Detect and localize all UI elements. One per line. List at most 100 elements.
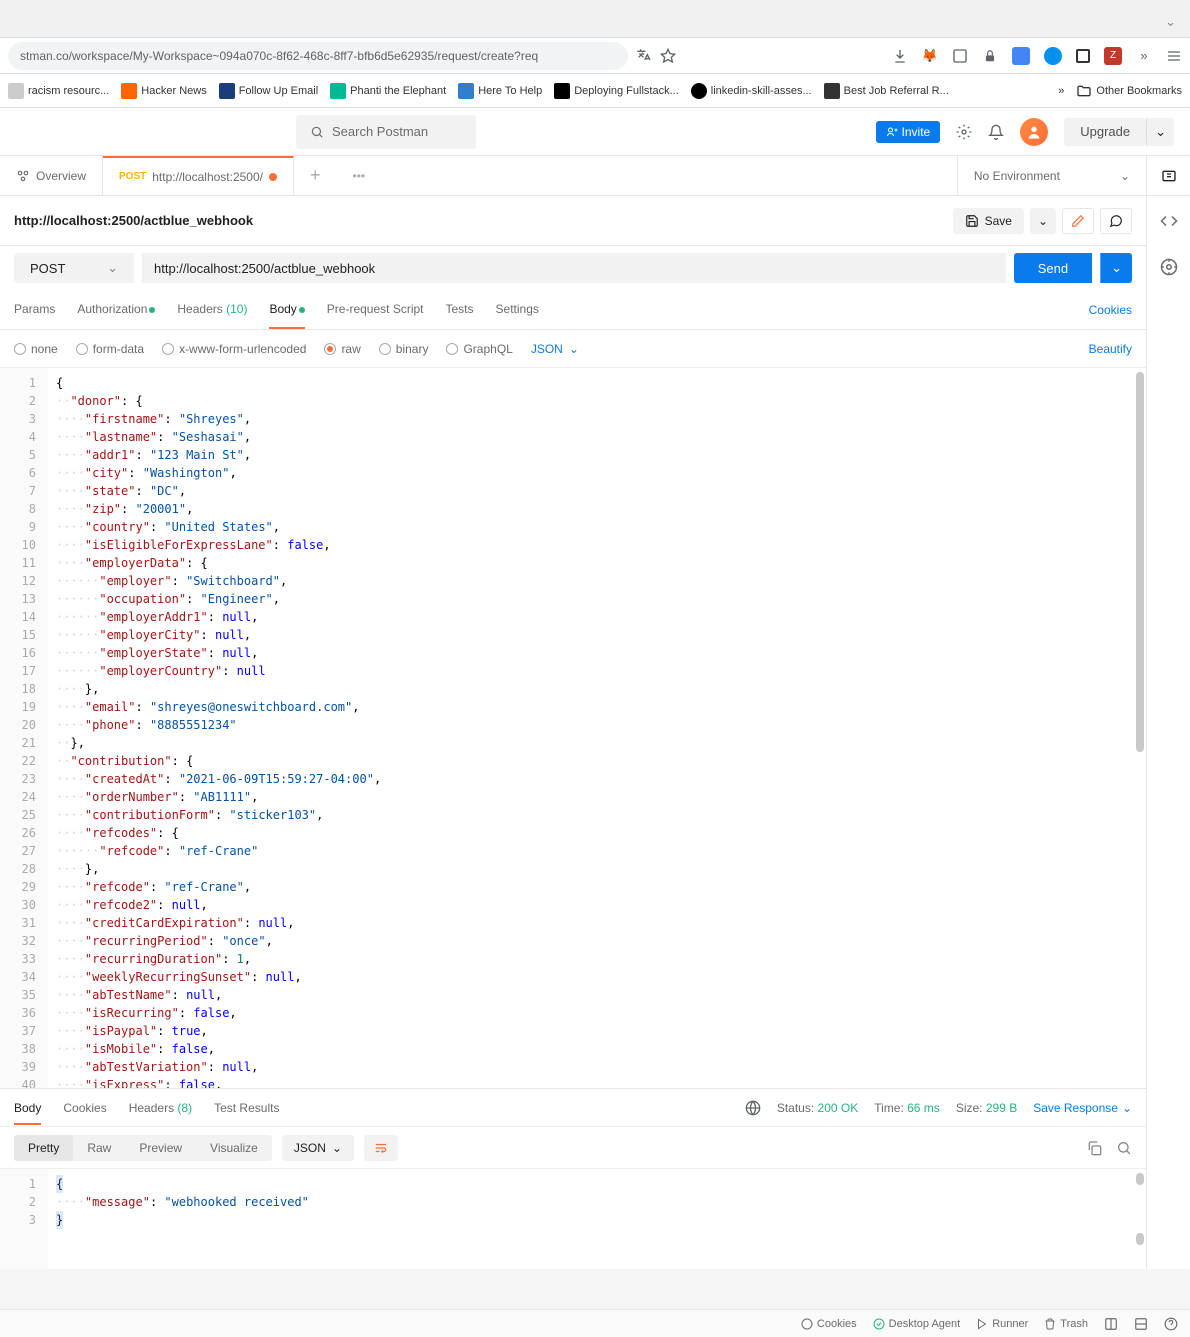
body-type-none[interactable]: none (14, 342, 58, 356)
globe-icon[interactable] (745, 1100, 761, 1116)
resp-tab-tests[interactable]: Test Results (214, 1101, 279, 1115)
send-button[interactable]: Send (1014, 253, 1092, 283)
search-placeholder: Search Postman (332, 124, 428, 139)
view-preview[interactable]: Preview (125, 1135, 196, 1161)
more-extensions-icon[interactable]: » (1136, 48, 1152, 64)
comment-button[interactable] (1100, 208, 1132, 234)
footer-desktop-agent[interactable]: Desktop Agent (873, 1318, 961, 1330)
copy-response-button[interactable] (1086, 1140, 1102, 1156)
tab-overview[interactable]: Overview (0, 156, 103, 195)
translate-icon[interactable] (636, 48, 652, 64)
environment-quick-look-icon[interactable] (1146, 156, 1190, 195)
browser-menu-icon[interactable] (1166, 48, 1182, 64)
tab-body[interactable]: Body (269, 302, 304, 318)
send-dropdown[interactable]: ⌄ (1100, 253, 1132, 283)
bookmarks-overflow-icon[interactable]: » (1058, 85, 1064, 97)
wrap-lines-button[interactable] (364, 1135, 398, 1161)
browser-url-text: stman.co/workspace/My-Workspace~094a070c… (20, 49, 538, 63)
view-raw[interactable]: Raw (73, 1135, 125, 1161)
extension-icon-6[interactable]: Z (1104, 47, 1122, 65)
edit-button[interactable] (1062, 208, 1094, 234)
search-response-button[interactable] (1116, 1140, 1132, 1156)
bookmark-icon (824, 83, 840, 99)
resp-tab-cookies[interactable]: Cookies (63, 1101, 106, 1115)
lock-icon[interactable] (982, 48, 998, 64)
browser-url-input[interactable]: stman.co/workspace/My-Workspace~094a070c… (8, 42, 628, 70)
search-input[interactable]: Search Postman (296, 115, 476, 149)
resp-tab-headers[interactable]: Headers (8) (129, 1101, 192, 1115)
info-icon[interactable] (1160, 258, 1178, 276)
cookies-link[interactable]: Cookies (1089, 303, 1132, 317)
body-type-graphql[interactable]: GraphQL (446, 342, 512, 356)
gear-icon[interactable] (956, 124, 972, 140)
extension-icon-3[interactable] (1012, 47, 1030, 65)
tab-settings[interactable]: Settings (496, 302, 539, 318)
tab-authorization[interactable]: Authorization (77, 302, 155, 318)
extension-icon-5[interactable] (1076, 49, 1090, 63)
other-bookmarks-folder[interactable]: Other Bookmarks (1076, 83, 1182, 99)
save-button[interactable]: Save (953, 208, 1024, 234)
tab-tests[interactable]: Tests (446, 302, 474, 318)
bookmark-item[interactable]: Follow Up Email (219, 83, 318, 99)
bookmark-item[interactable]: linkedin-skill-asses... (691, 83, 812, 99)
request-title[interactable]: http://localhost:2500/actblue_webhook (14, 213, 253, 228)
view-visualize[interactable]: Visualize (196, 1135, 272, 1161)
resp-tab-body[interactable]: Body (14, 1101, 41, 1115)
upgrade-button[interactable]: Upgrade (1064, 118, 1146, 146)
extension-icon-1[interactable]: 🦊 (922, 48, 938, 64)
bookmark-item[interactable]: Hacker News (121, 83, 206, 99)
request-body-editor[interactable]: 1234567891011121314151617181920212223242… (0, 368, 1146, 1088)
extension-icon-2[interactable] (952, 48, 968, 64)
expand-pane-icon[interactable] (1134, 1317, 1148, 1331)
scrollbar-thumb[interactable] (1136, 1173, 1144, 1185)
bookmark-item[interactable]: Phanti the Elephant (330, 83, 446, 99)
body-type-raw[interactable]: raw (324, 342, 360, 356)
url-input[interactable]: http://localhost:2500/actblue_webhook (142, 253, 1006, 283)
bell-icon[interactable] (988, 124, 1004, 140)
save-response-button[interactable]: Save Response ⌄ (1033, 1101, 1132, 1115)
footer-runner[interactable]: Runner (976, 1318, 1028, 1330)
bookmark-item[interactable]: Here To Help (458, 83, 542, 99)
view-pretty[interactable]: Pretty (14, 1135, 73, 1161)
bookmark-item[interactable]: Deploying Fullstack... (554, 83, 679, 99)
bookmark-item[interactable]: racism resourc... (8, 83, 109, 99)
method-selector[interactable]: POST ⌄ (14, 253, 134, 283)
upgrade-dropdown[interactable]: ⌄ (1146, 118, 1174, 146)
footer-trash-label: Trash (1060, 1318, 1088, 1330)
response-language-selector[interactable]: JSON ⌄ (282, 1135, 354, 1161)
new-tab-button[interactable]: + (294, 156, 337, 195)
body-type-formdata[interactable]: form-data (76, 342, 144, 356)
tab-overflow-button[interactable]: ••• (337, 156, 382, 195)
body-language-selector[interactable]: JSON ⌄ (531, 342, 579, 356)
avatar[interactable] (1020, 118, 1048, 146)
two-pane-icon[interactable] (1104, 1317, 1118, 1331)
star-icon[interactable] (660, 48, 676, 64)
tab-prerequest[interactable]: Pre-request Script (327, 302, 424, 318)
response-tabs: Body Cookies Headers (8) Test Results St… (0, 1089, 1146, 1127)
footer-trash[interactable]: Trash (1044, 1318, 1088, 1330)
environment-selector[interactable]: No Environment ⌄ (957, 156, 1146, 195)
tab-params[interactable]: Params (14, 302, 55, 318)
bookmark-label: Here To Help (478, 85, 542, 97)
person-plus-icon (886, 126, 898, 138)
help-icon[interactable] (1164, 1317, 1178, 1331)
extension-icon-4[interactable] (1044, 47, 1062, 65)
body-type-xwww[interactable]: x-www-form-urlencoded (162, 342, 306, 356)
bookmark-item[interactable]: Best Job Referral R... (824, 83, 949, 99)
response-body-editor[interactable]: 123 {····"message": "webhooked received"… (0, 1169, 1146, 1269)
download-icon[interactable] (892, 48, 908, 64)
scrollbar-thumb[interactable] (1136, 372, 1144, 752)
beautify-button[interactable]: Beautify (1089, 342, 1132, 356)
chevron-down-icon[interactable]: ⌄ (1165, 14, 1176, 30)
tab-request-active[interactable]: POST http://localhost:2500/ (103, 156, 294, 195)
bookmark-icon (691, 83, 707, 99)
tab-headers[interactable]: Headers (10) (177, 302, 247, 318)
body-type-raw-label: raw (341, 342, 360, 356)
save-dropdown[interactable]: ⌄ (1030, 208, 1056, 234)
body-type-binary[interactable]: binary (379, 342, 429, 356)
body-type-row: none form-data x-www-form-urlencoded raw… (0, 330, 1146, 368)
code-icon[interactable] (1160, 212, 1178, 230)
footer-cookies[interactable]: Cookies (801, 1318, 857, 1330)
invite-button[interactable]: Invite (876, 121, 941, 143)
scrollbar-thumb[interactable] (1136, 1233, 1144, 1245)
